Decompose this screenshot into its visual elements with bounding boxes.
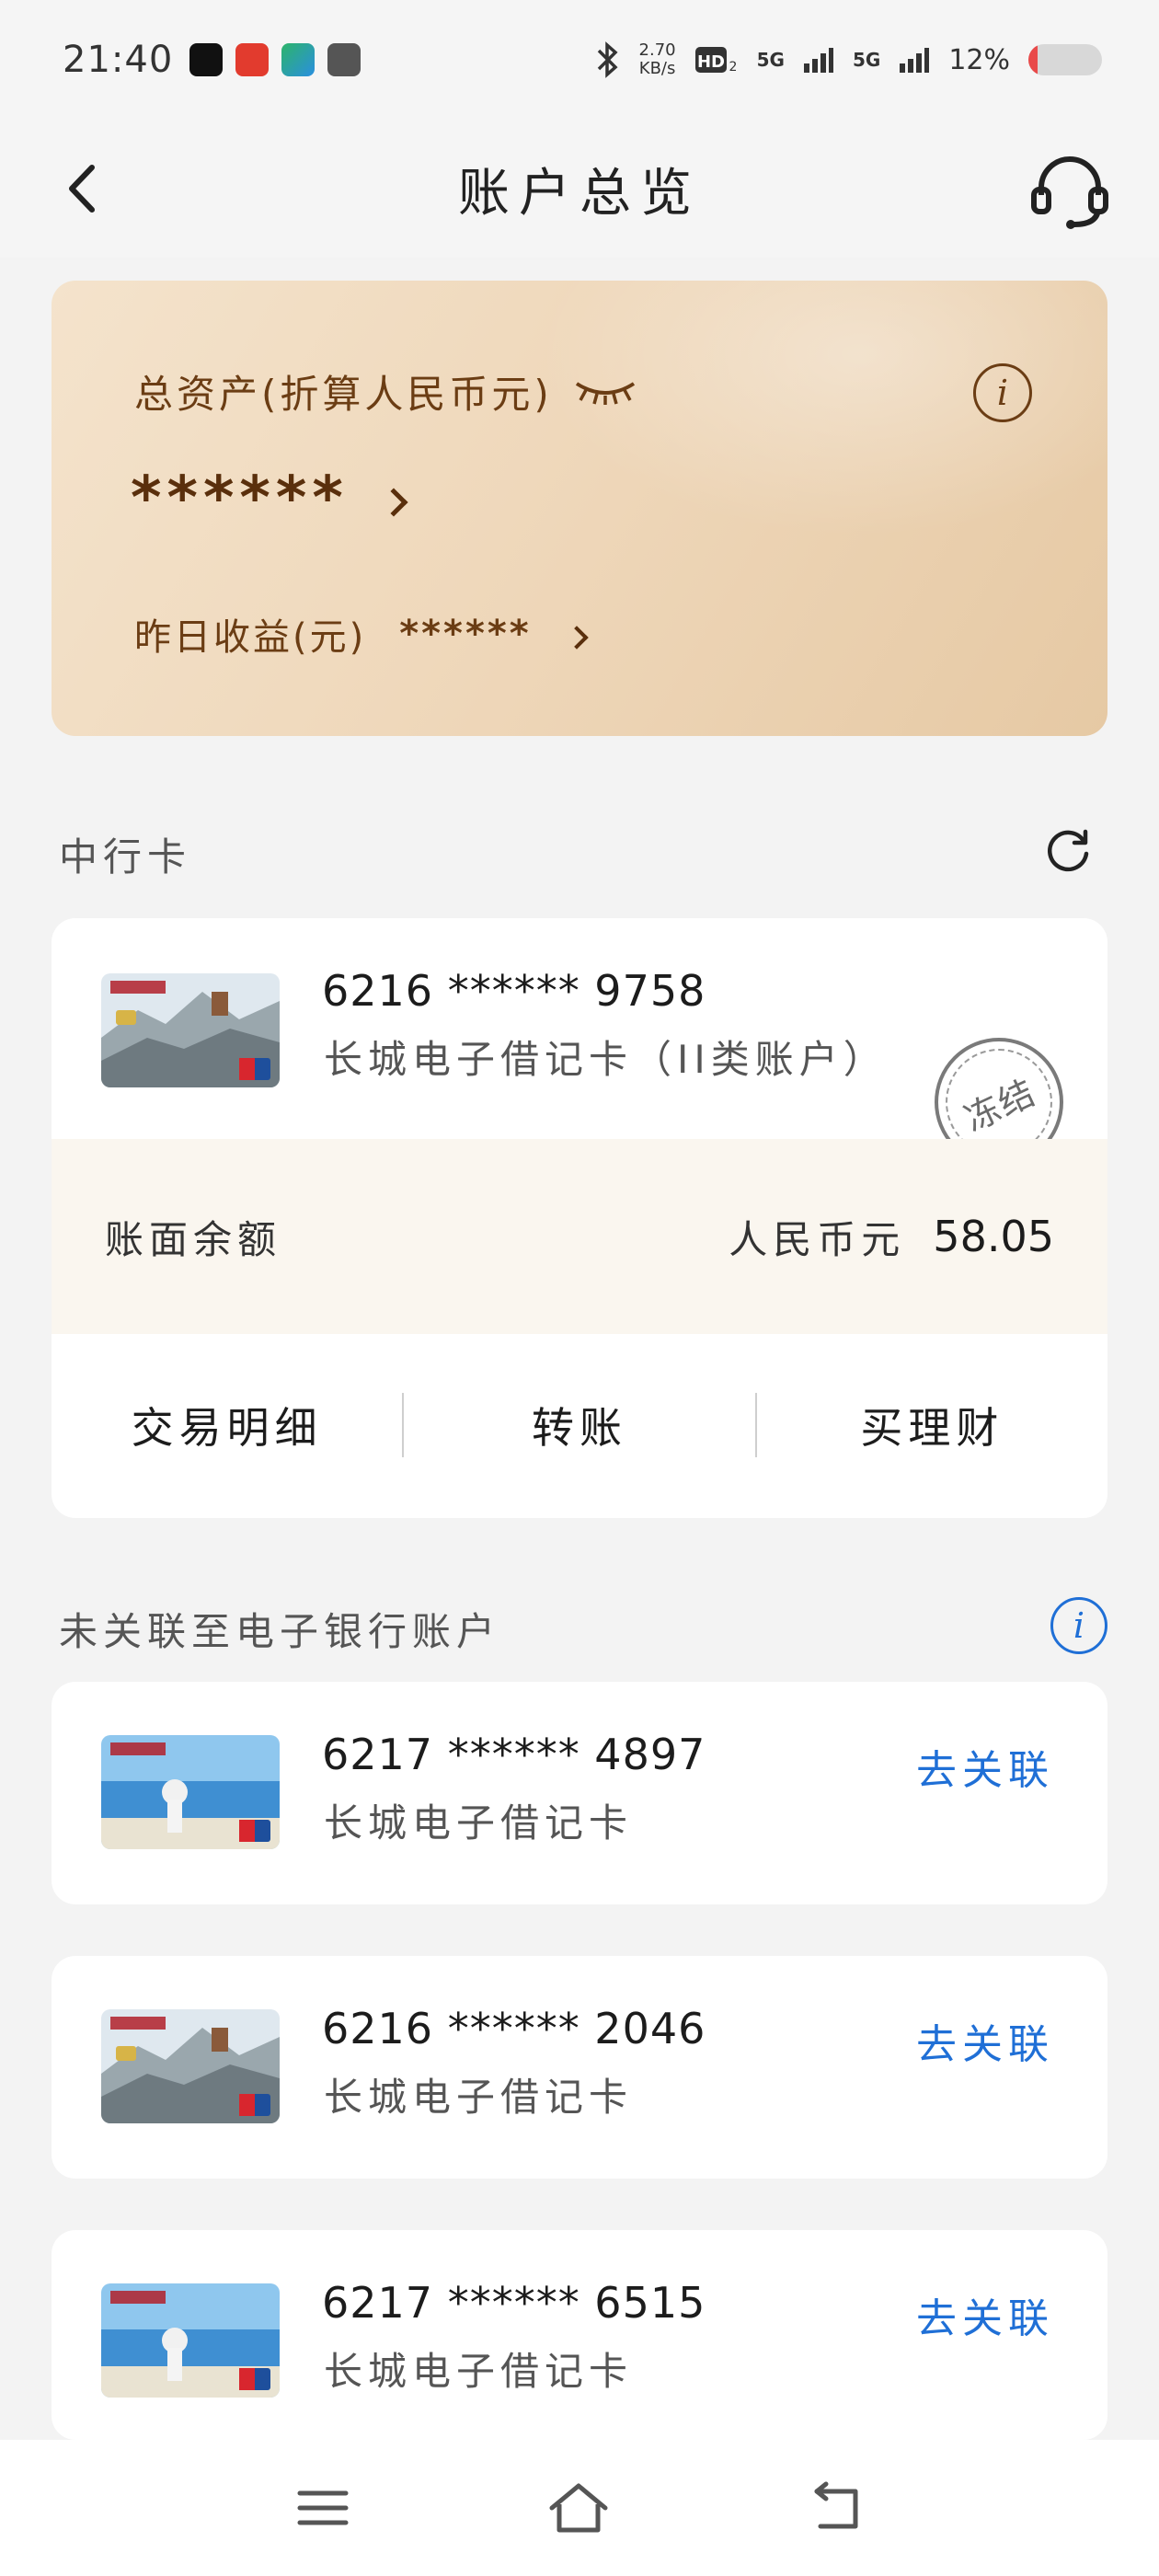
buy-wealth-product-button[interactable]: 买理财 (757, 1395, 1107, 1455)
yesterday-earnings-label: 昨日收益(元) (134, 616, 367, 659)
chevron-right-icon (565, 626, 589, 650)
total-assets-card: 总资产(折算人民币元) i ****** 昨日收益(元) ****** (52, 281, 1107, 736)
balance-row: 账面余额 人民币元 58.05 (52, 1139, 1107, 1334)
hd-icon: HD 2 (694, 47, 737, 75)
tiktok-icon (189, 43, 224, 76)
bluetooth-icon (597, 41, 618, 78)
card-image-beach (101, 1735, 280, 1849)
boc-section-title: 中行卡 (59, 834, 192, 880)
page-title: 账户总览 (458, 163, 701, 224)
card-number: 6217 ****** 4897 (322, 1730, 706, 1779)
back-nav-icon[interactable] (804, 2480, 868, 2536)
yesterday-earnings-value: ****** (399, 613, 532, 655)
asset-info-icon[interactable]: i (973, 363, 1032, 422)
card-image-beach (101, 2283, 280, 2398)
unlinked-section-title: 未关联至电子银行账户 (59, 1609, 501, 1654)
svg-text:2: 2 (729, 60, 737, 75)
total-assets-amount: ****** (131, 465, 349, 533)
card-actions: 交易明细 转账 买理财 (52, 1334, 1107, 1516)
battery-percent: 12% (948, 43, 1010, 76)
total-assets-title: 总资产(折算人民币元) (134, 363, 637, 420)
network-speed-unit: KB/s (638, 59, 676, 78)
link-account-button[interactable]: 去关联 (916, 2285, 1054, 2344)
message-app-icon (327, 43, 361, 76)
card-number: 6216 ****** 9758 (322, 966, 706, 1016)
chevron-right-icon (379, 488, 408, 517)
transfer-button[interactable]: 转账 (404, 1395, 754, 1455)
menu-icon[interactable] (291, 2480, 355, 2536)
card-type: 长城电子借记卡 (324, 2349, 634, 2394)
card-number: 6217 ****** 6515 (322, 2278, 706, 2328)
frozen-stamp-label: 冻结 (958, 1071, 1043, 1140)
card-type: 长城电子借记卡 (324, 2075, 634, 2120)
news-app-icon (235, 43, 270, 76)
signal-icon-1 (803, 48, 833, 73)
network-speed-value: 2.70 (638, 40, 676, 60)
unlinked-card-3: 6217 ****** 6515 长城电子借记卡 去关联 (52, 2230, 1107, 2440)
svg-text:HD: HD (697, 52, 725, 72)
balance-currency: 人民币元 (729, 1216, 906, 1262)
eye-closed-icon[interactable] (573, 378, 637, 406)
balance-label: 账面余额 (105, 1216, 282, 1262)
header: 账户总览 (0, 120, 1159, 258)
notification-apps (189, 43, 361, 76)
video-app-icon (281, 43, 316, 76)
card-number: 6216 ****** 2046 (322, 2004, 706, 2053)
card-image-greatwall (101, 973, 280, 1087)
transaction-details-button[interactable]: 交易明细 (52, 1395, 402, 1455)
yesterday-earnings[interactable]: 昨日收益(元) ****** (134, 607, 589, 661)
unlinked-card-2: 6216 ****** 2046 长城电子借记卡 去关联 (52, 1956, 1107, 2179)
status-bar: 21:40 2.70 KB/s HD 2 5G 5G 12% (0, 0, 1159, 120)
balance-amount: 58.05 (933, 1212, 1054, 1261)
network-speed: 2.70 KB/s (639, 41, 676, 78)
total-assets-value[interactable]: ****** (131, 465, 408, 533)
signal-icon-2 (900, 48, 930, 73)
battery-icon (1028, 44, 1102, 75)
home-icon[interactable] (546, 2480, 611, 2536)
status-indicators: 2.70 KB/s HD 2 5G 5G 12% (595, 41, 1102, 78)
card-type: 长城电子借记卡 (324, 1800, 634, 1846)
link-account-button[interactable]: 去关联 (916, 1737, 1054, 1796)
battery-fill (1028, 44, 1038, 75)
total-assets-label: 总资产(折算人民币元) (134, 372, 553, 417)
card-image-greatwall (101, 2009, 280, 2123)
status-time: 21:40 (63, 39, 174, 81)
boc-card: 6216 ****** 9758 长城电子借记卡（II类账户） 冻结 账面余额 … (52, 918, 1107, 1518)
signal-label-1: 5G (756, 49, 785, 71)
refresh-icon[interactable] (1043, 826, 1093, 876)
unlinked-info-icon[interactable]: i (1050, 1597, 1107, 1654)
back-icon[interactable] (55, 156, 110, 221)
link-account-button[interactable]: 去关联 (916, 2011, 1054, 2070)
signal-label-2: 5G (852, 49, 881, 71)
customer-service-icon[interactable] (1028, 149, 1111, 232)
system-nav-bar (0, 2440, 1159, 2576)
unlinked-card-1: 6217 ****** 4897 长城电子借记卡 去关联 (52, 1682, 1107, 1904)
card-type: 长城电子借记卡（II类账户） (324, 1037, 888, 1082)
